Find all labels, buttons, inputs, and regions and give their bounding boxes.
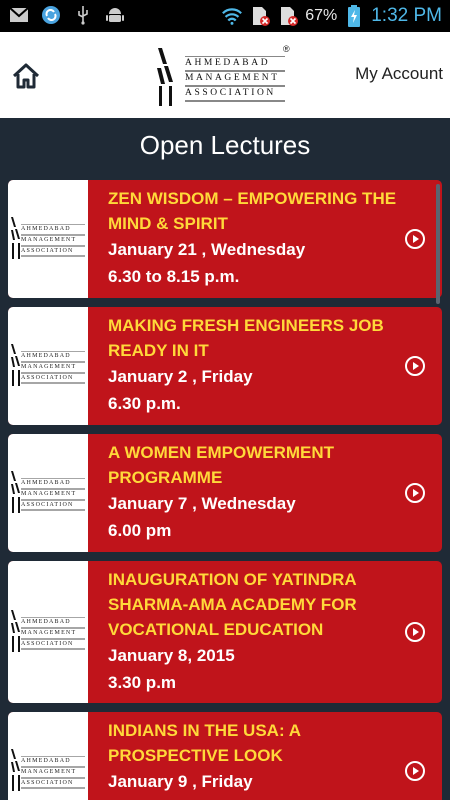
sim-error-icon (249, 5, 271, 27)
status-bar: 67% 1:32 PM (0, 0, 450, 32)
ama-emblem-icon (157, 48, 173, 106)
logo-line-2: MANAGEMENT (185, 73, 280, 83)
lecture-card[interactable]: AHMEDABAD MANAGEMENT ASSOCIATION MAKING … (8, 307, 442, 425)
play-circle-icon[interactable] (404, 621, 426, 643)
card-logo: AHMEDABAD MANAGEMENT ASSOCIATION (8, 712, 88, 800)
logo-line-3: ASSOCIATION (185, 88, 276, 98)
lecture-title: MAKING FRESH ENGINEERS JOB READY IN IT (108, 316, 384, 360)
registered-mark: ® (283, 44, 290, 54)
android-icon (104, 4, 126, 26)
notification-icons (8, 4, 126, 26)
clock: 1:32 PM (371, 5, 442, 26)
card-logo: AHMEDABAD MANAGEMENT ASSOCIATION (8, 434, 88, 552)
lecture-date: January 7 , Wednesday (108, 494, 296, 513)
play-circle-icon[interactable] (404, 760, 426, 782)
lecture-title: INDIANS IN THE USA: A PROSPECTIVE LOOK (108, 721, 301, 765)
lecture-date: January 9 , Friday (108, 772, 253, 791)
home-icon (12, 63, 40, 89)
play-circle-icon[interactable] (404, 355, 426, 377)
ama-mini-logo: AHMEDABAD MANAGEMENT ASSOCIATION (8, 217, 88, 261)
lecture-time: 6.00 pm (108, 521, 172, 540)
card-logo: AHMEDABAD MANAGEMENT ASSOCIATION (8, 561, 88, 703)
page-title: Open Lectures (139, 130, 311, 160)
lecture-title: A WOMEN EMPOWERMENT PROGRAMME (108, 443, 335, 487)
ama-mini-logo: AHMEDABAD MANAGEMENT ASSOCIATION (8, 471, 88, 515)
battery-icon (343, 5, 365, 27)
lecture-title: INAUGURATION OF YATINDRA SHARMA-AMA ACAD… (108, 570, 357, 639)
lecture-time: 6.30 to 8.15 p.m. (108, 267, 240, 286)
lecture-card[interactable]: AHMEDABAD MANAGEMENT ASSOCIATION ZEN WIS… (8, 180, 442, 298)
battery-percent: 67% (305, 7, 338, 24)
my-account-link[interactable]: My Account (355, 64, 443, 84)
lecture-card[interactable]: AHMEDABAD MANAGEMENT ASSOCIATION INAUGUR… (8, 561, 442, 703)
lecture-date: January 8, 2015 (108, 646, 235, 665)
ama-mini-logo: AHMEDABAD MANAGEMENT ASSOCIATION (8, 749, 88, 793)
sim-error-icon (277, 5, 299, 27)
scrollbar[interactable] (436, 184, 440, 304)
usb-icon (72, 4, 94, 26)
ama-logo: AHMEDABAD MANAGEMENT ASSOCIATION ® (155, 44, 295, 106)
lecture-card[interactable]: AHMEDABAD MANAGEMENT ASSOCIATION A WOMEN… (8, 434, 442, 552)
lecture-time: 3.30 p.m (108, 673, 177, 692)
gmail-icon (8, 4, 30, 26)
logo-line-1: AHMEDABAD (185, 58, 271, 68)
wifi-icon (221, 5, 243, 27)
system-status: 67% 1:32 PM (221, 0, 442, 32)
lecture-title: ZEN WISDOM – EMPOWERING THE MIND & SPIRI… (108, 189, 397, 233)
card-logo: AHMEDABAD MANAGEMENT ASSOCIATION (8, 307, 88, 425)
play-circle-icon[interactable] (404, 228, 426, 250)
ama-mini-logo: AHMEDABAD MANAGEMENT ASSOCIATION (8, 344, 88, 388)
lecture-time: 6.30 p.m. (108, 394, 181, 413)
sync-icon (40, 4, 62, 26)
ama-mini-logo: AHMEDABAD MANAGEMENT ASSOCIATION (8, 610, 88, 654)
lecture-date: January 2 , Friday (108, 367, 253, 386)
card-logo: AHMEDABAD MANAGEMENT ASSOCIATION (8, 180, 88, 298)
lecture-card[interactable]: AHMEDABAD MANAGEMENT ASSOCIATION INDIANS… (8, 712, 442, 800)
lecture-date: January 21 , Wednesday (108, 240, 306, 259)
home-button[interactable] (10, 60, 42, 92)
play-circle-icon[interactable] (404, 482, 426, 504)
app-header: AHMEDABAD MANAGEMENT ASSOCIATION ® My Ac… (0, 32, 450, 118)
